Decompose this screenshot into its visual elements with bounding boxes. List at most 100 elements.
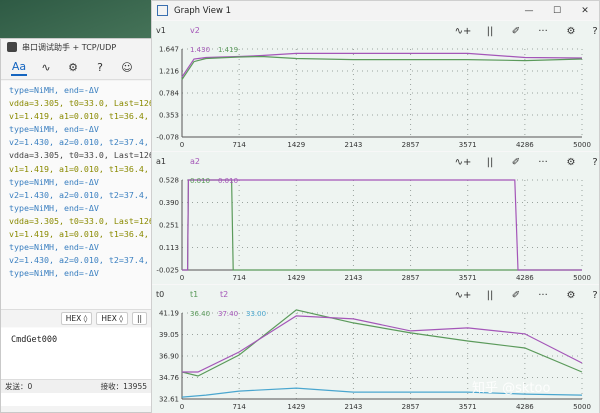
- value-label-t1: 36.40: [190, 310, 210, 318]
- waveform-icon[interactable]: ∿: [38, 59, 54, 75]
- value-label-v1: 1.419: [218, 46, 238, 54]
- y-axis-name: v1: [156, 26, 166, 35]
- log-line: vdda=3.305, t0=33.0, Last=126: [9, 150, 154, 161]
- y-tick-label: 39.05: [159, 331, 179, 339]
- font-icon[interactable]: Aa: [11, 58, 27, 76]
- x-tick-label: 3571: [459, 274, 477, 282]
- log-line: type=NiMH, end=-ΔV: [9, 268, 99, 279]
- y-tick-label: -0.025: [156, 267, 179, 275]
- panel-header: a1 a2 ∿+ || ✐ ··· ⚙?: [152, 152, 599, 172]
- y-tick-label: 0.113: [159, 244, 179, 252]
- legend-a2[interactable]: a2: [190, 157, 200, 166]
- panel-more-icon[interactable]: ···: [532, 23, 554, 39]
- send-textbox[interactable]: CmdGet000: [1, 328, 151, 406]
- panel-pause-icon[interactable]: ||: [479, 154, 501, 170]
- x-tick-label: 4286: [516, 274, 534, 282]
- series-line-v1: [181, 55, 583, 80]
- panel-help-icon[interactable]: ?: [584, 154, 600, 170]
- hex-bar: HEX ◊ HEX ◊ ||: [1, 309, 151, 327]
- log-line: type=NiMH, end=-ΔV: [9, 202, 99, 213]
- panel-header: t0 t1 t2 ∿+ || ✐ ··· ⚙?: [152, 285, 599, 305]
- x-tick-label: 3571: [459, 141, 477, 149]
- x-tick-label: 714: [232, 141, 246, 149]
- log-line: v1=1.419, a1=0.010, t1=36.4, (: [9, 229, 159, 240]
- log-line: v2=1.430, a2=0.010, t2=37.4, (: [9, 189, 159, 200]
- panel-settings-icon[interactable]: ⚙: [560, 287, 582, 303]
- x-tick-label: 1429: [287, 403, 305, 411]
- panel-settings-icon[interactable]: ⚙: [560, 154, 582, 170]
- chart-panel-v1: v1 v2 ∿+ || ✐ ··· ⚙? 1.647 1.216 0.784 0.353 -0.078…: [152, 21, 599, 151]
- legend-v2[interactable]: v2: [190, 26, 200, 35]
- x-tick-label: 714: [232, 274, 246, 282]
- panel-brush-icon[interactable]: ✐: [505, 23, 527, 39]
- panel-pause-icon[interactable]: ||: [479, 287, 501, 303]
- x-tick-label: 714: [232, 403, 246, 411]
- graph-app-icon: [157, 5, 168, 16]
- send-text: CmdGet000: [11, 335, 58, 345]
- hex-recv-button[interactable]: HEX ◊: [96, 312, 128, 325]
- emoji-icon[interactable]: ☺: [119, 59, 135, 75]
- panel-wave-icon[interactable]: ∿+: [452, 154, 474, 170]
- chart-panel-a1: a1 a2 ∿+ || ✐ ··· ⚙? 0.528 0.390 0.251 0.113 -0.025…: [152, 152, 599, 284]
- recv-count: 接收：13955: [100, 382, 147, 391]
- y-tick-label: -0.078: [156, 134, 179, 142]
- x-tick-label: 4286: [516, 141, 534, 149]
- graph-view-window: Graph View 1 — ☐ ✕ v1 v2 ∿+ || ✐ ··· ⚙? 1.647 1.…: [151, 0, 600, 413]
- panel-pause-icon[interactable]: ||: [479, 23, 501, 39]
- log-line: v2=1.430, a2=0.010, t2=37.4, (: [9, 255, 159, 266]
- help-icon[interactable]: ?: [92, 59, 108, 75]
- panel-header: v1 v2 ∿+ || ✐ ··· ⚙?: [152, 21, 599, 41]
- serial-title: 串口调试助手 + TCP/UDP: [22, 42, 117, 52]
- plot-area[interactable]: 0.528 0.390 0.251 0.113 -0.0250 714 1429 2143 28…: [152, 172, 599, 284]
- y-tick-label: 0.353: [159, 112, 179, 120]
- y-tick-label: 36.90: [159, 353, 179, 361]
- hex-send-button[interactable]: HEX ◊: [60, 312, 93, 325]
- panel-wave-icon[interactable]: ∿+: [452, 23, 474, 39]
- panel-help-icon[interactable]: ?: [584, 287, 600, 303]
- receive-log[interactable]: type=NiMH, end=-ΔV vdda=3.305, t0=33.0, L…: [1, 81, 159, 334]
- x-tick-label: 0: [180, 141, 184, 149]
- value-label-t0: 33.00: [246, 310, 266, 318]
- log-line: type=NiMH, end=-ΔV: [9, 176, 99, 187]
- value-label-t2: 37.40: [218, 310, 238, 318]
- x-tick-label: 2857: [402, 403, 420, 411]
- x-tick-label: 1429: [287, 141, 305, 149]
- y-axis-name: a1: [156, 157, 166, 166]
- legend-t1[interactable]: t1: [190, 290, 198, 299]
- legend-t2[interactable]: t2: [220, 290, 228, 299]
- pause-button[interactable]: ||: [131, 312, 147, 325]
- panel-brush-icon[interactable]: ✐: [505, 154, 527, 170]
- log-line: v1=1.419, a1=0.010, t1=36.4, (: [9, 111, 159, 122]
- y-axis-name: t0: [156, 290, 165, 299]
- minimize-button[interactable]: —: [515, 1, 543, 20]
- graph-titlebar[interactable]: Graph View 1 — ☐ ✕: [152, 1, 599, 20]
- plugin-icon[interactable]: ⚙: [65, 59, 81, 75]
- x-tick-label: 5000: [573, 274, 591, 282]
- panel-wave-icon[interactable]: ∿+: [452, 287, 474, 303]
- value-label-a1: 0.010: [190, 177, 210, 185]
- x-tick-label: 2143: [345, 274, 363, 282]
- y-tick-label: 0.784: [159, 90, 180, 98]
- panel-more-icon[interactable]: ···: [532, 154, 554, 170]
- x-tick-label: 1429: [287, 274, 305, 282]
- log-line: v1=1.419, a1=0.010, t1=36.4, (: [9, 163, 159, 174]
- panel-more-icon[interactable]: ···: [532, 287, 554, 303]
- panel-help-icon[interactable]: ?: [584, 23, 600, 39]
- x-tick-label: 0: [180, 274, 184, 282]
- plot-area[interactable]: 41.19 39.05 36.90 34.76 32.610 714 1429 2143 285…: [152, 305, 599, 413]
- x-tick-label: 2143: [345, 141, 363, 149]
- x-tick-label: 0: [180, 403, 184, 411]
- y-tick-label: 1.647: [159, 46, 179, 54]
- serial-assistant-window: 串口调试助手 + TCP/UDP Aa ∿ ⚙? ☺ type=NiMH, end=-…: [0, 38, 159, 413]
- x-tick-label: 2857: [402, 274, 420, 282]
- panel-settings-icon[interactable]: ⚙: [560, 23, 582, 39]
- sent-count: 发送：0: [5, 382, 33, 391]
- plot-area[interactable]: 1.647 1.216 0.784 0.353 -0.0780 714 1429 2143 28…: [152, 41, 599, 151]
- panel-brush-icon[interactable]: ✐: [505, 287, 527, 303]
- maximize-button[interactable]: ☐: [543, 1, 571, 20]
- x-tick-label: 5000: [573, 141, 591, 149]
- x-tick-label: 2143: [345, 403, 363, 411]
- serial-titlebar[interactable]: 串口调试助手 + TCP/UDP: [1, 39, 151, 55]
- value-label-v2: 1.430: [190, 46, 210, 54]
- close-button[interactable]: ✕: [571, 1, 599, 20]
